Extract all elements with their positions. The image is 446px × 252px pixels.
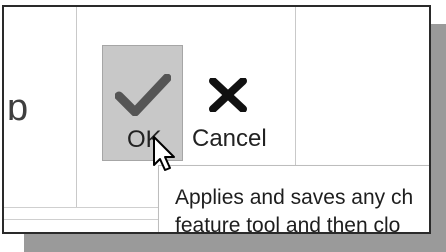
tooltip-line-2: feature tool and then clo [175,214,401,234]
tooltip-text: Applies and saves any ch feature tool an… [175,184,414,234]
mouse-pointer-icon [153,136,175,171]
x-close-icon [209,78,247,112]
panel-bottom-line-2 [4,219,159,220]
tooltip-line-1: Applies and saves any ch [175,186,414,209]
screenshot-stage: ɑ OK Cancel Applies and saves any ch fea… [0,0,446,252]
tooltip: Applies and saves any ch feature tool an… [158,165,429,234]
checkmark-icon [115,74,171,116]
cancel-label: Cancel [192,125,267,152]
panel-divider-left [76,7,77,207]
panel-divider-right [295,7,296,167]
cancel-button[interactable]: Cancel [188,45,272,161]
command-panel: ɑ OK Cancel Applies and saves any ch fea… [2,5,431,234]
partial-tool-icon: ɑ [7,87,29,129]
panel-bottom-line [4,207,159,208]
